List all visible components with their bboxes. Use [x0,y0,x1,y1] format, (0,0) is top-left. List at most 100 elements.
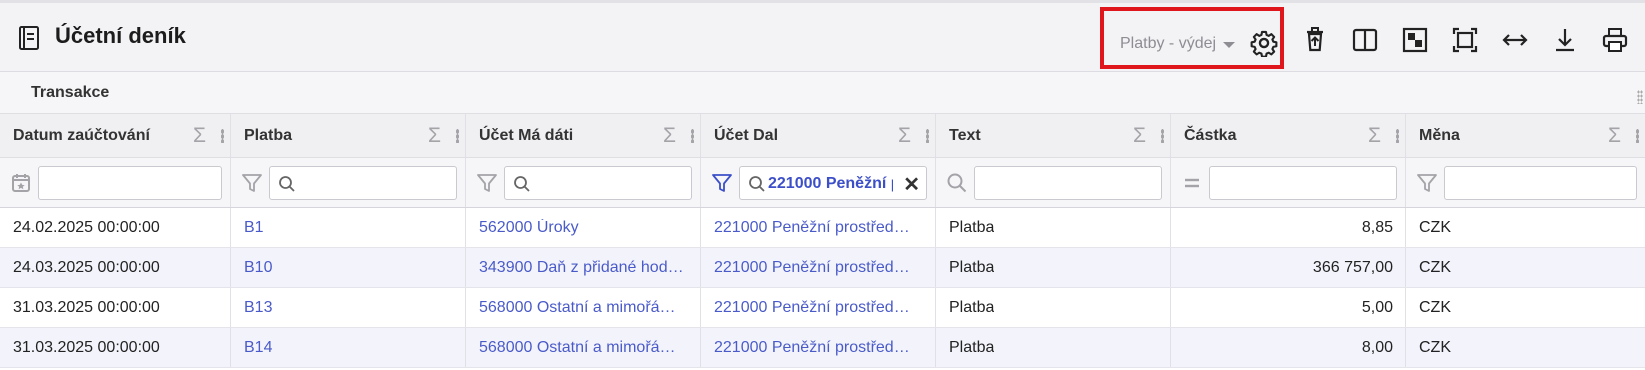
column-header-label: Částka [1184,127,1237,144]
ucet-dal-link[interactable]: 221000 Peněžní prostřed… [714,219,910,237]
ucet-dal-link[interactable]: 221000 Peněžní prostřed… [714,259,910,277]
ucet-dal-filter-input[interactable]: 221000 Peněžní p ✕ [739,166,927,200]
column-menu-icon[interactable] [456,129,459,143]
fit-screen-icon[interactable] [1450,25,1480,55]
column-header-label: Měna [1419,127,1460,144]
column-header-label: Účet Dal [714,127,779,144]
ucet-dal-link[interactable]: 221000 Peněžní prostřed… [714,339,910,357]
column-header[interactable]: Částka Σ [1171,114,1406,157]
mena-cell: CZK [1419,339,1451,356]
platba-link[interactable]: B13 [244,299,272,317]
datum-cell: 24.03.2025 00:00:00 [13,259,160,276]
column-header-label: Platba [244,127,293,144]
drag-handle-icon[interactable] [1637,90,1643,104]
search-icon[interactable] [946,172,968,194]
text-cell: Platba [949,219,995,236]
ucet-ma-dati-link[interactable]: 343900 Daň z přidané hod… [479,259,684,277]
ucet-ma-dati-link[interactable]: 562000 Úroky [479,219,579,237]
sum-icon[interactable]: Σ [1133,124,1146,148]
platba-link[interactable]: B1 [244,219,264,237]
filter-cell [1406,158,1645,207]
platba-filter-input[interactable] [269,166,457,200]
filter-cell [1171,158,1406,207]
column-header[interactable]: Měna Σ [1406,114,1645,157]
sum-icon[interactable]: Σ [1368,124,1381,148]
sum-icon[interactable]: Σ [663,124,676,148]
column-menu-icon[interactable] [1396,129,1399,143]
ucet-ma-dati-link[interactable]: 568000 Ostatní a mimořá… [479,339,676,357]
filter-value: 221000 Peněžní p [768,175,893,192]
column-menu-icon[interactable] [1161,129,1164,143]
pattern-icon[interactable] [1400,25,1430,55]
download-icon[interactable] [1550,25,1580,55]
column-header-label: Účet Má dáti [479,127,574,144]
page-title: Účetní deník [55,23,186,48]
search-icon [279,176,295,192]
castka-cell: 366 757,00 [1312,259,1393,276]
filter-row: 221000 Peněžní p ✕ [0,158,1645,208]
clear-filter-icon[interactable]: ✕ [903,172,920,197]
column-menu-icon[interactable] [221,129,224,143]
calendar-icon[interactable] [10,172,32,194]
group-bar: Transakce [0,72,1645,114]
platba-link[interactable]: B14 [244,339,272,357]
search-icon [514,176,530,192]
journal-icon [19,26,39,50]
table-row[interactable]: 31.03.2025 00:00:00 B13 568000 Ostatní a… [0,288,1645,328]
equals-icon[interactable] [1181,172,1203,194]
column-header-label: Text [949,127,981,144]
split-view-icon[interactable] [1350,25,1380,55]
column-menu-icon[interactable] [691,129,694,143]
filter-icon[interactable] [476,172,498,194]
filter-cell [0,158,231,207]
expand-horizontal-icon[interactable] [1500,25,1530,55]
date-filter-input[interactable] [38,166,222,200]
column-menu-icon[interactable] [1636,129,1639,143]
filter-active-icon[interactable] [711,172,733,194]
column-header[interactable]: Platba Σ [231,114,466,157]
text-filter-input[interactable] [974,166,1162,200]
ucet-ma-dati-filter-input[interactable] [504,166,692,200]
table-row[interactable]: 24.02.2025 00:00:00 B1 562000 Úroky 2210… [0,208,1645,248]
mena-cell: CZK [1419,219,1451,236]
table-row[interactable]: 24.03.2025 00:00:00 B10 343900 Daň z při… [0,248,1645,288]
column-header[interactable]: Účet Má dáti Σ [466,114,701,157]
text-cell: Platba [949,299,995,316]
search-icon [749,176,765,192]
castka-cell: 8,00 [1361,339,1393,356]
table-row[interactable]: 31.03.2025 00:00:00 B14 568000 Ostatní a… [0,328,1645,368]
filter-cell [936,158,1171,207]
gear-icon[interactable] [1250,29,1278,57]
column-header[interactable]: Účet Dal Σ [701,114,936,157]
group-label: Transakce [31,84,110,101]
sum-icon[interactable]: Σ [1608,124,1621,148]
castka-cell: 5,00 [1361,299,1393,316]
platba-link[interactable]: B10 [244,259,272,277]
filter-cell [466,158,701,207]
castka-filter-input[interactable] [1209,166,1397,200]
chevron-down-icon[interactable] [1223,42,1235,48]
view-select[interactable]: Platby - výdej [1120,35,1216,53]
filter-icon[interactable] [1416,172,1438,194]
print-icon[interactable] [1600,25,1630,55]
castka-cell: 8,85 [1361,219,1393,236]
sum-icon[interactable]: Σ [428,124,441,148]
column-menu-icon[interactable] [926,129,929,143]
column-header-row: Datum zaúčtování Σ Platba Σ Účet Má dáti… [0,114,1645,158]
trash-upload-icon[interactable] [1300,25,1330,55]
datum-cell: 31.03.2025 00:00:00 [13,299,160,316]
mena-cell: CZK [1419,259,1451,276]
column-header[interactable]: Text Σ [936,114,1171,157]
filter-cell [231,158,466,207]
toolbar: Účetní deník Platby - výdej [0,0,1645,72]
sum-icon[interactable]: Σ [898,124,911,148]
text-cell: Platba [949,339,995,356]
sum-icon[interactable]: Σ [193,124,206,148]
mena-filter-input[interactable] [1444,166,1637,200]
ucet-dal-link[interactable]: 221000 Peněžní prostřed… [714,299,910,317]
datum-cell: 24.02.2025 00:00:00 [13,219,160,236]
filter-cell: 221000 Peněžní p ✕ [701,158,936,207]
filter-icon[interactable] [241,172,263,194]
column-header[interactable]: Datum zaúčtování Σ [0,114,231,157]
ucet-ma-dati-link[interactable]: 568000 Ostatní a mimořá… [479,299,676,317]
